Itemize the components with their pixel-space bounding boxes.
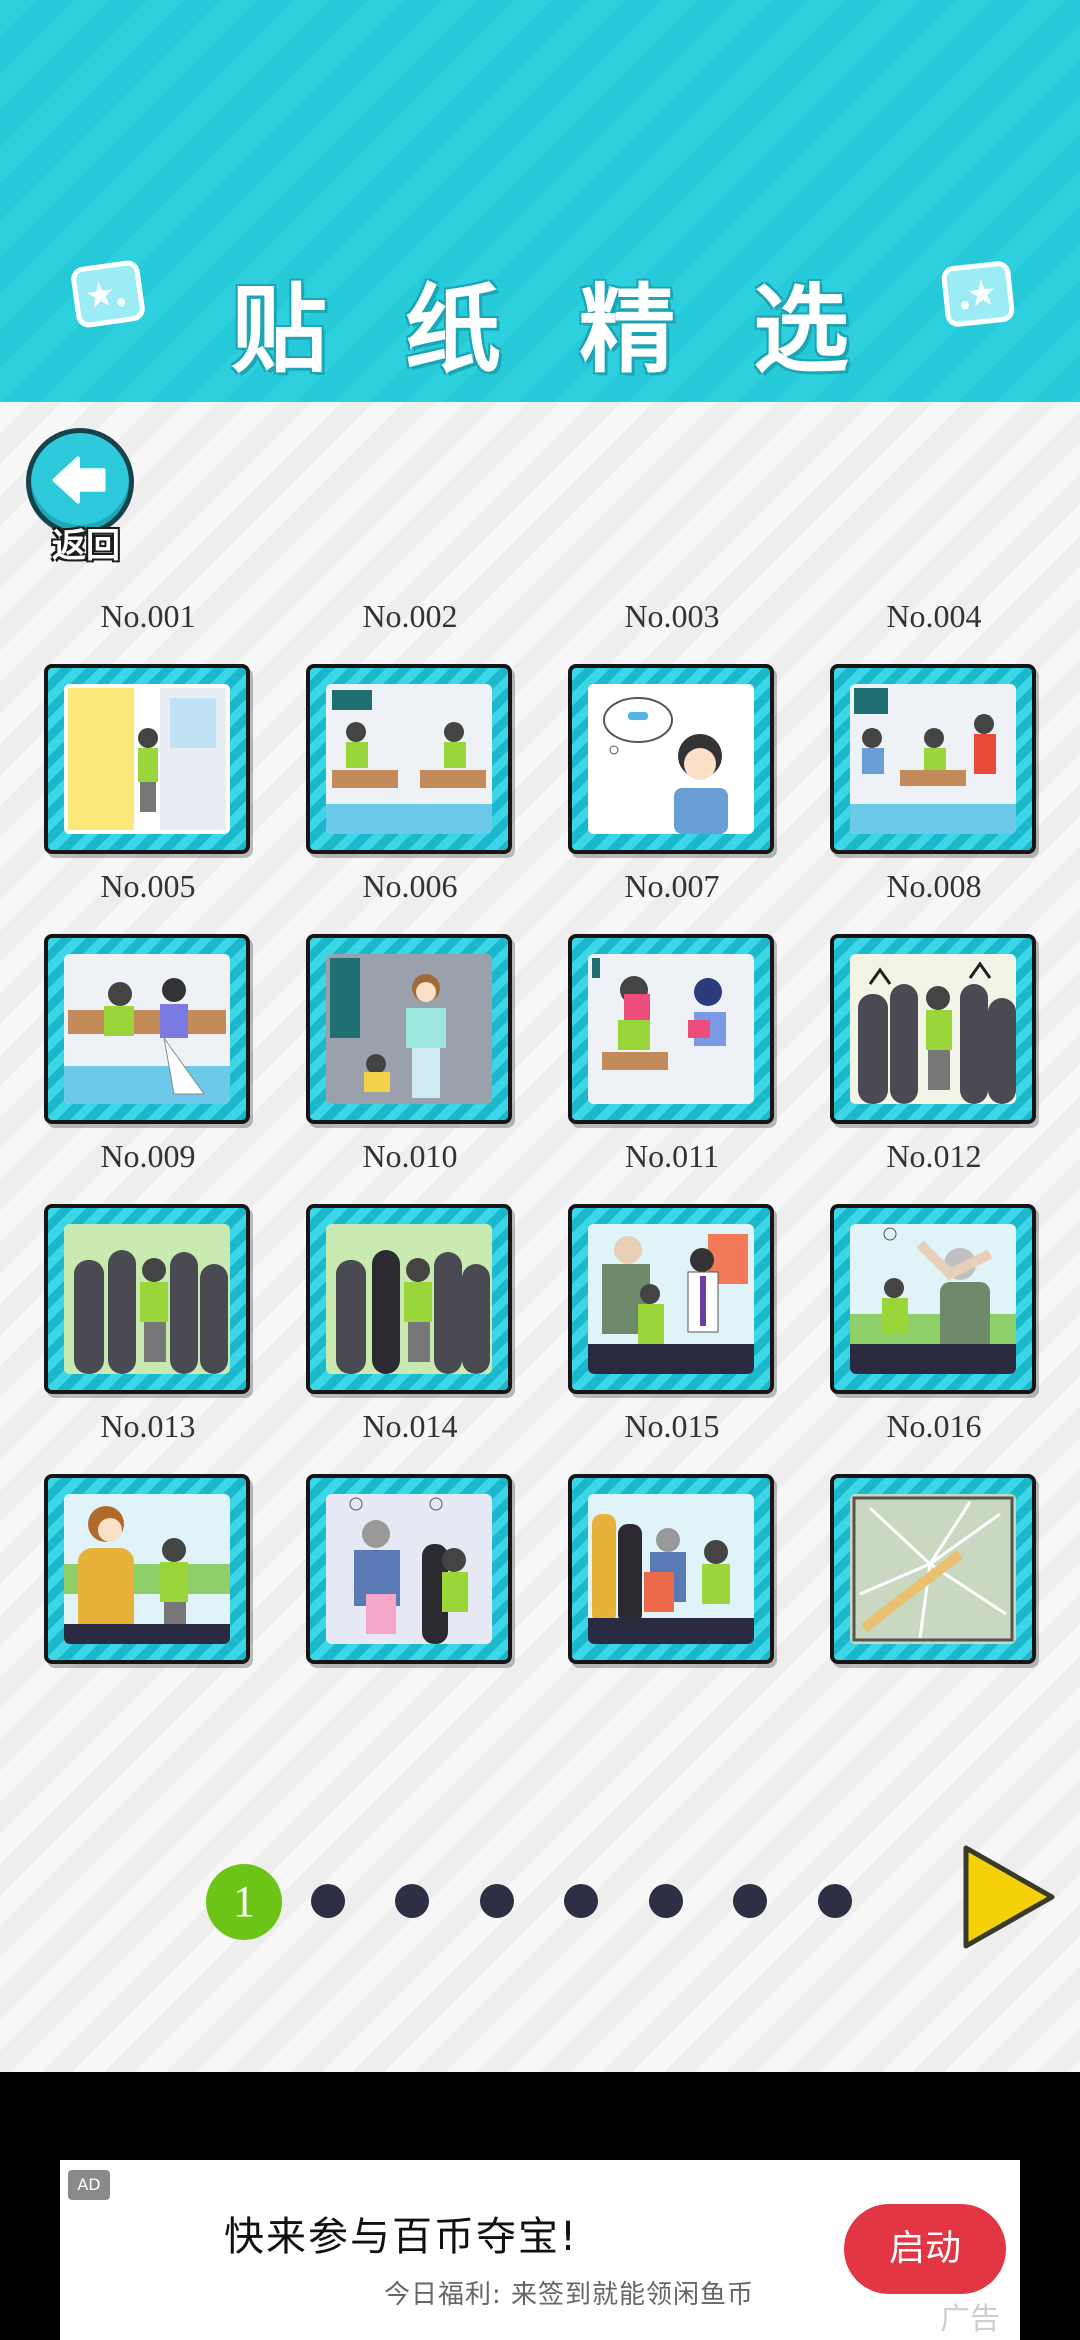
sticker-number: No.015 [624,1408,720,1444]
back-button[interactable]: 返回 [26,428,138,566]
sticker-card[interactable] [306,664,512,854]
back-arrow-icon [52,456,106,504]
sticker-card[interactable] [44,664,250,854]
sticker-card[interactable] [568,1204,774,1394]
sticker-image [850,954,1016,1104]
sticker-image [588,954,754,1104]
sticker-number: No.011 [625,1138,719,1174]
sticker-number: No.004 [886,598,982,634]
page-dot[interactable] [395,1884,429,1918]
sticker-number: No.006 [362,868,458,904]
page-dot[interactable] [311,1884,345,1918]
page-current[interactable]: 1 [206,1864,282,1940]
sticker-image [64,1494,230,1644]
sticker-item: No.016 [830,1408,1038,1664]
sticker-image [326,1224,492,1374]
sticker-number: No.014 [362,1408,458,1444]
sticker-item: No.004 [830,598,1038,854]
sticker-card[interactable] [830,934,1036,1124]
page-dot[interactable] [818,1884,852,1918]
sticker-item: No.005 [44,868,252,1124]
sticker-number: No.002 [362,598,458,634]
star-card-icon [941,261,1015,327]
sticker-item: No.007 [568,868,776,1124]
sticker-number: No.009 [100,1138,196,1174]
sticker-number: No.001 [100,598,196,634]
sticker-item: No.003 [568,598,776,854]
sticker-card[interactable] [830,1474,1036,1664]
sticker-image [850,1224,1016,1374]
sticker-number: No.008 [886,868,982,904]
ad-mark: 广告 [940,2302,1000,2337]
ad-title: 快来参与百币夺宝! [224,2214,579,2260]
sticker-card[interactable] [44,1474,250,1664]
sticker-card[interactable] [568,1474,774,1664]
page-dot[interactable] [564,1884,598,1918]
sticker-card[interactable] [44,934,250,1124]
sticker-image [588,684,754,834]
sticker-number: No.003 [624,598,720,634]
sticker-item: No.001 [44,598,252,854]
sticker-item: No.009 [44,1138,252,1394]
sticker-image [588,1494,754,1644]
back-button-label: 返回 [52,526,120,566]
sticker-image [850,684,1016,834]
ad-badge: AD [68,2170,110,2200]
sticker-item: No.015 [568,1408,776,1664]
sticker-card[interactable] [568,664,774,854]
sticker-image [64,1224,230,1374]
sticker-image [326,1494,492,1644]
play-arrow-icon [963,1845,1055,1949]
sticker-card[interactable] [44,1204,250,1394]
sticker-image [326,954,492,1104]
next-page-button[interactable] [958,1842,1058,1952]
sticker-item: No.010 [306,1138,514,1394]
sticker-number: No.012 [886,1138,982,1174]
ad-subtitle: 今日福利: 来签到就能领闲鱼币 [384,2280,755,2310]
sticker-card[interactable] [830,664,1036,854]
header-banner: 贴纸精选 [0,0,1080,402]
sticker-image [64,684,230,834]
sticker-item: No.014 [306,1408,514,1664]
sticker-number: No.016 [886,1408,982,1444]
sticker-item: No.008 [830,868,1038,1124]
sticker-number: No.007 [624,868,720,904]
sticker-card[interactable] [568,934,774,1124]
sticker-image [64,954,230,1104]
sticker-item: No.006 [306,868,514,1124]
page-title: 贴纸精选 [231,274,927,386]
ad-launch-button[interactable]: 启动 [844,2204,1006,2294]
sticker-card[interactable] [306,1474,512,1664]
page-dot[interactable] [733,1884,767,1918]
page-dot[interactable] [480,1884,514,1918]
sticker-card[interactable] [306,934,512,1124]
sticker-number: No.005 [100,868,196,904]
sticker-item: No.002 [306,598,514,854]
sticker-item: No.011 [568,1138,776,1394]
sticker-item: No.013 [44,1408,252,1664]
sticker-image [850,1494,1016,1644]
sticker-card[interactable] [306,1204,512,1394]
sticker-item: No.012 [830,1138,1038,1394]
pagination: 1 [0,1860,1080,1940]
page-dot[interactable] [649,1884,683,1918]
sticker-number: No.010 [362,1138,458,1174]
sticker-image [326,684,492,834]
sticker-card[interactable] [830,1204,1036,1394]
sticker-image [588,1224,754,1374]
sticker-number: No.013 [100,1408,196,1444]
ad-banner[interactable]: AD 快来参与百币夺宝! 今日福利: 来签到就能领闲鱼币 启动 广告 [60,2160,1020,2340]
